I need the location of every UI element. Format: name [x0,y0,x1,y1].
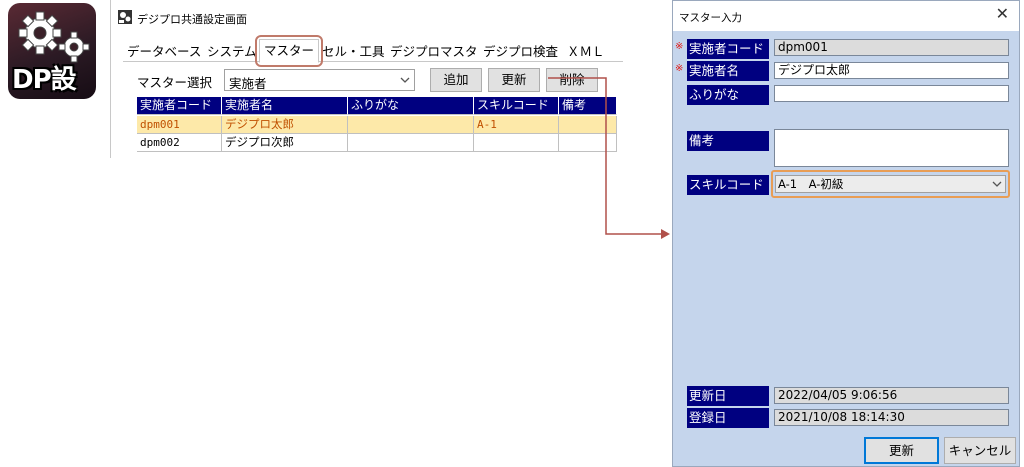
connector-arrow [548,77,670,239]
add-button[interactable]: 追加 [430,68,482,92]
update-button[interactable]: 更新 [488,68,540,92]
cell-furigana [348,134,474,152]
col-header-furigana[interactable]: ふりがな [348,97,474,115]
master-select-label: マスター選択 [137,75,213,90]
required-mark: ※ [675,41,684,52]
skill-select[interactable]: A-1 A-初級 [771,170,1010,198]
furigana-label: ふりがな [687,85,769,105]
skill-label: スキルコード [687,175,769,195]
tab-bar: データベース システム マスター セル・工具 デジプロマスタ デジプロ検査 ＸＭ… [123,39,623,63]
dialog-update-button[interactable]: 更新 [864,437,939,464]
skill-select-value: A-1 A-初級 [775,175,1006,193]
required-mark: ※ [675,63,684,74]
updated-label: 更新日 [687,386,769,406]
cell-furigana [348,116,474,134]
registered-field: 2021/10/08 18:14:30 [774,409,1009,426]
gear-icon [18,11,90,63]
tab-digipro-master[interactable]: デジプロマスタ [386,42,482,62]
name-label: 実施者名 [687,61,769,81]
tab-xml[interactable]: ＸＭＬ [563,42,609,62]
col-header-name[interactable]: 実施者名 [222,97,348,115]
tab-database[interactable]: データベース [123,42,205,62]
cell-code: dpm002 [137,134,222,152]
master-select[interactable]: 実施者 [224,69,415,91]
code-field[interactable]: dpm001 [774,39,1009,56]
col-header-code[interactable]: 実施者コード [137,97,222,115]
master-input-dialog: マスター入力 ✕ ※ 実施者コード dpm001 ※ 実施者名 デジプロ太郎 ふ… [672,0,1020,467]
cell-code: dpm001 [137,116,222,134]
logo-text: DP設定 [12,65,77,95]
chevron-down-icon [992,181,1002,187]
chevron-down-icon [400,77,410,83]
dialog-cancel-button[interactable]: キャンセル [944,437,1016,464]
cell-name: デジプロ次郎 [222,134,348,152]
tab-highlight [255,35,323,67]
tab-cell-tool[interactable]: セル・工具 [318,42,389,62]
window-app-icon [118,10,132,24]
updated-field: 2022/04/05 9:06:56 [774,387,1009,404]
window-title: デジプロ共通設定画面 [137,13,247,26]
name-field[interactable]: デジプロ太郎 [774,62,1009,79]
note-label: 備考 [687,131,769,151]
dialog-titlebar: マスター入力 ✕ [673,1,1019,31]
tab-system[interactable]: システム [203,42,261,62]
code-label: 実施者コード [687,39,769,59]
furigana-field[interactable] [774,85,1009,102]
dialog-title: マスター入力 [679,12,742,24]
cell-name: デジプロ太郎 [222,116,348,134]
window-border [110,0,111,158]
close-icon[interactable]: ✕ [996,6,1009,22]
registered-label: 登録日 [687,408,769,428]
app-logo: DP設定 [8,3,96,99]
tab-digipro-inspection[interactable]: デジプロ検査 [479,42,562,62]
note-field[interactable] [774,129,1009,167]
master-select-value: 実施者 [229,76,267,91]
